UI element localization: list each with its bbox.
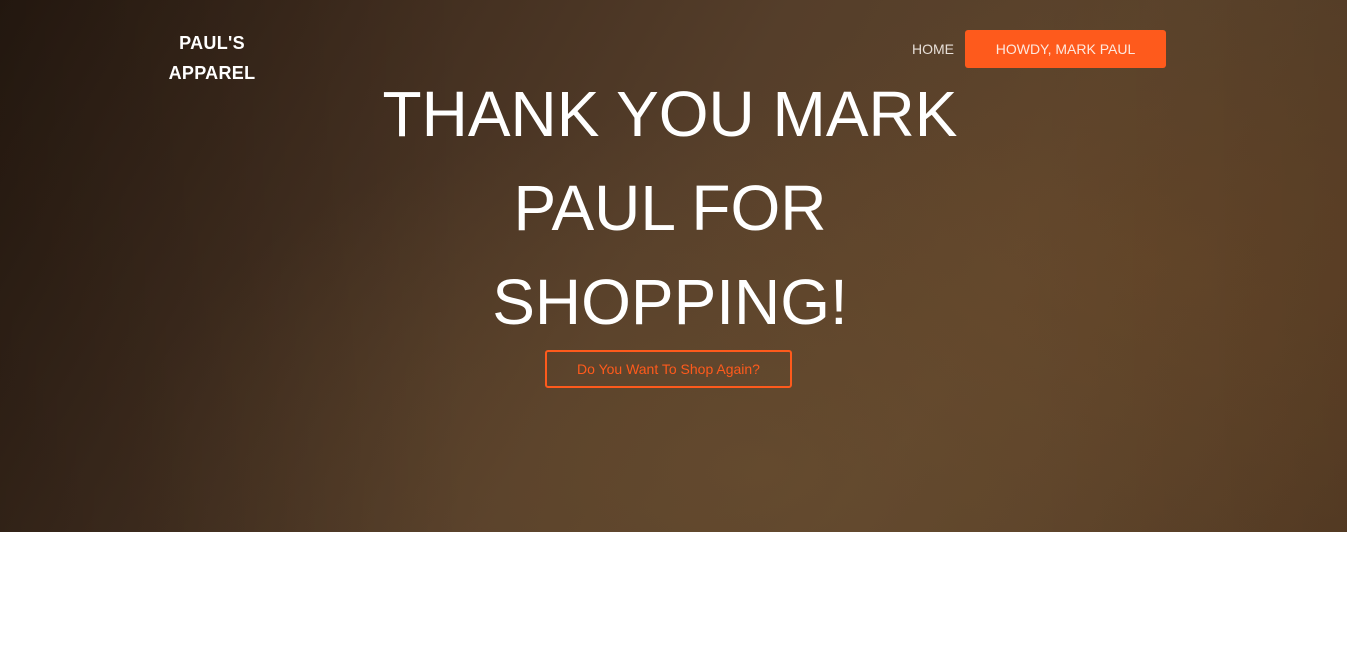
brand-line-2: APPAREL — [168, 63, 256, 83]
brand-line-1: PAUL'S — [179, 33, 245, 53]
shop-again-button[interactable]: Do You Want To Shop Again? — [545, 350, 792, 388]
user-greeting-button[interactable]: HOWDY, MARK PAUL — [965, 30, 1166, 68]
thank-you-headline: THANK YOU MARK PAUL FOR SHOPPING! — [382, 78, 958, 338]
brand-logo[interactable]: PAUL'S APPAREL — [150, 28, 274, 88]
nav-home-link[interactable]: HOME — [906, 30, 960, 68]
hero-banner: PAUL'S APPAREL HOME HOWDY, MARK PAUL THA… — [0, 0, 1347, 532]
